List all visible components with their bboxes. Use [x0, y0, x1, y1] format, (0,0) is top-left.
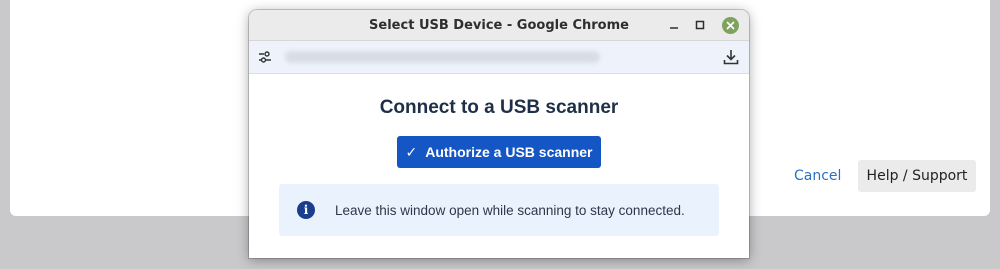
maximize-button[interactable] — [688, 10, 712, 40]
info-message: Leave this window open while scanning to… — [335, 202, 685, 218]
site-settings-icon[interactable] — [257, 49, 273, 65]
window-titlebar[interactable]: Select USB Device - Google Chrome — [249, 10, 749, 41]
window-title: Select USB Device - Google Chrome — [369, 17, 629, 33]
url-text-redacted[interactable] — [285, 51, 600, 63]
authorize-button-label: Authorize a USB scanner — [425, 144, 593, 160]
dialog-content: Connect to a USB scanner ✓ Authorize a U… — [249, 74, 749, 258]
cancel-link[interactable]: Cancel — [794, 168, 841, 184]
address-bar — [249, 41, 749, 74]
close-icon — [725, 20, 735, 30]
authorize-usb-scanner-button[interactable]: ✓ Authorize a USB scanner — [397, 136, 601, 168]
check-icon: ✓ — [405, 143, 418, 160]
download-icon[interactable] — [722, 48, 740, 66]
maximize-icon — [695, 20, 705, 30]
page-title: Connect to a USB scanner — [379, 97, 619, 118]
minimize-button[interactable] — [662, 10, 686, 40]
minimize-icon — [670, 27, 678, 29]
help-support-button[interactable]: Help / Support — [858, 160, 976, 192]
close-button[interactable] — [718, 10, 742, 40]
info-banner: i Leave this window open while scanning … — [279, 184, 719, 236]
select-usb-device-window: Select USB Device - Google Chrome Connec… — [249, 10, 749, 258]
info-icon: i — [297, 201, 315, 219]
